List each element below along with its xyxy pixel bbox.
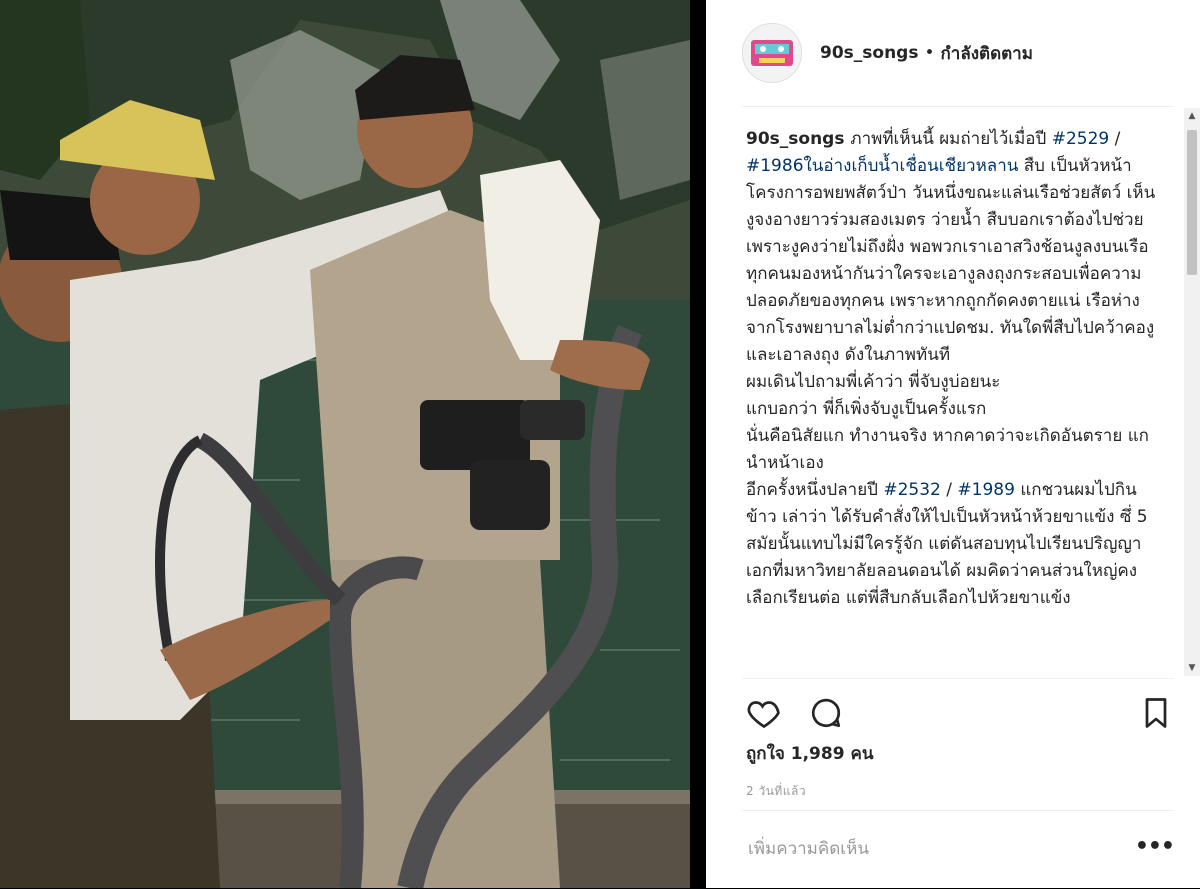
caption-text: แกบอกว่า พี่ก็เพิ่งจับงูเป็นครั้งแรก	[746, 399, 987, 419]
scroll-up-arrow-icon[interactable]: ▲	[1184, 108, 1200, 124]
caption-paragraph: อีกครั้งหนึ่งปลายปี #2532 / #1989 แกชวนผ…	[746, 477, 1158, 612]
header-separator: •	[924, 43, 935, 63]
scroll-thumb[interactable]	[1187, 130, 1197, 275]
post-side-panel: 90s_songs • กำลังติดตาม 90s_songs ภาพที่…	[706, 0, 1200, 888]
photo-image	[0, 0, 690, 888]
caption-paragraph: นั่นคือนิสัยแก ทำงานจริง หากคาดว่าจะเกิด…	[746, 423, 1158, 477]
instagram-post: 90s_songs • กำลังติดตาม 90s_songs ภาพที่…	[0, 0, 1200, 888]
avatar[interactable]	[742, 23, 802, 83]
caption-text: /	[940, 480, 958, 500]
hashtag-link[interactable]: #2529	[1052, 129, 1110, 149]
caption-text: สืบ เป็นหัวหน้าโครงการอพยพสัตว์ป่า วันหน…	[746, 156, 1156, 365]
hashtag-link[interactable]: #2532	[883, 480, 941, 500]
hashtag-link[interactable]: #1986ในอ่างเก็บน้ำเชื่อนเชียวหลาน	[746, 156, 1018, 176]
post-header: 90s_songs • กำลังติดตาม	[742, 0, 1174, 107]
post-photo	[0, 0, 690, 888]
follow-status-button[interactable]: กำลังติดตาม	[941, 40, 1033, 67]
caption-paragraph: ผมเดินไปถามพี่เค้าว่า พี่จับงูบ่อยนะ	[746, 369, 1158, 396]
caption-paragraph: แกบอกว่า พี่ก็เพิ่งจับงูเป็นครั้งแรก	[746, 396, 1158, 423]
caption-paragraph: 90s_songs ภาพที่เห็นนี้ ผมถ่ายไว้เมื่อปี…	[746, 126, 1158, 369]
comment-input[interactable]	[746, 831, 1110, 867]
caption-scroll-area[interactable]: 90s_songs ภาพที่เห็นนี้ ผมถ่ายไว้เมื่อปี…	[746, 108, 1170, 676]
heart-icon[interactable]	[746, 695, 782, 731]
caption-scrollbar[interactable]: ▲ ▼	[1184, 108, 1200, 676]
caption-text: อีกครั้งหนึ่งปลายปี	[746, 480, 884, 500]
comment-icon[interactable]	[808, 695, 844, 731]
cassette-logo-icon	[743, 24, 801, 82]
post-time[interactable]: 2 วันที่แล้ว	[746, 782, 806, 801]
caption-text: นั่นคือนิสัยแก ทำงานจริง หากคาดว่าจะเกิด…	[746, 426, 1149, 473]
action-bar	[742, 678, 1174, 743]
caption-username[interactable]: 90s_songs	[746, 129, 850, 149]
comment-bar: •••	[742, 810, 1175, 889]
scroll-down-arrow-icon[interactable]: ▼	[1184, 660, 1200, 676]
hashtag-link[interactable]: #1989	[957, 480, 1015, 500]
header-username[interactable]: 90s_songs	[820, 43, 918, 63]
divider	[690, 0, 706, 888]
likes-count[interactable]: ถูกใจ 1,989 คน	[746, 740, 873, 767]
caption-text: /	[1109, 129, 1121, 149]
caption-text: ผมเดินไปถามพี่เค้าว่า พี่จับงูบ่อยนะ	[746, 372, 1001, 392]
bookmark-icon[interactable]	[1138, 695, 1174, 731]
caption-text: ภาพที่เห็นนี้ ผมถ่ายไว้เมื่อปี	[850, 129, 1052, 149]
more-options-button[interactable]: •••	[1135, 836, 1175, 858]
post-caption: 90s_songs ภาพที่เห็นนี้ ผมถ่ายไว้เมื่อปี…	[746, 108, 1158, 612]
